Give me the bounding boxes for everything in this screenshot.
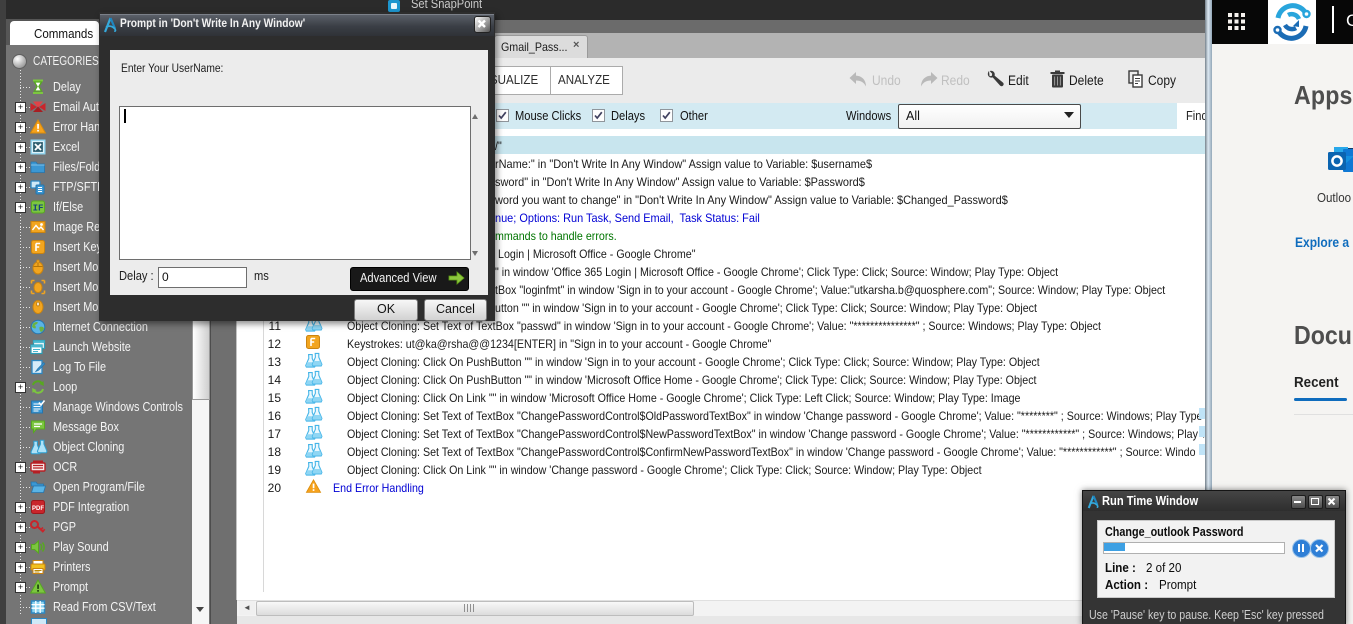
- svg-text:PDF: PDF: [32, 506, 44, 512]
- svg-text:IF: IF: [33, 204, 44, 214]
